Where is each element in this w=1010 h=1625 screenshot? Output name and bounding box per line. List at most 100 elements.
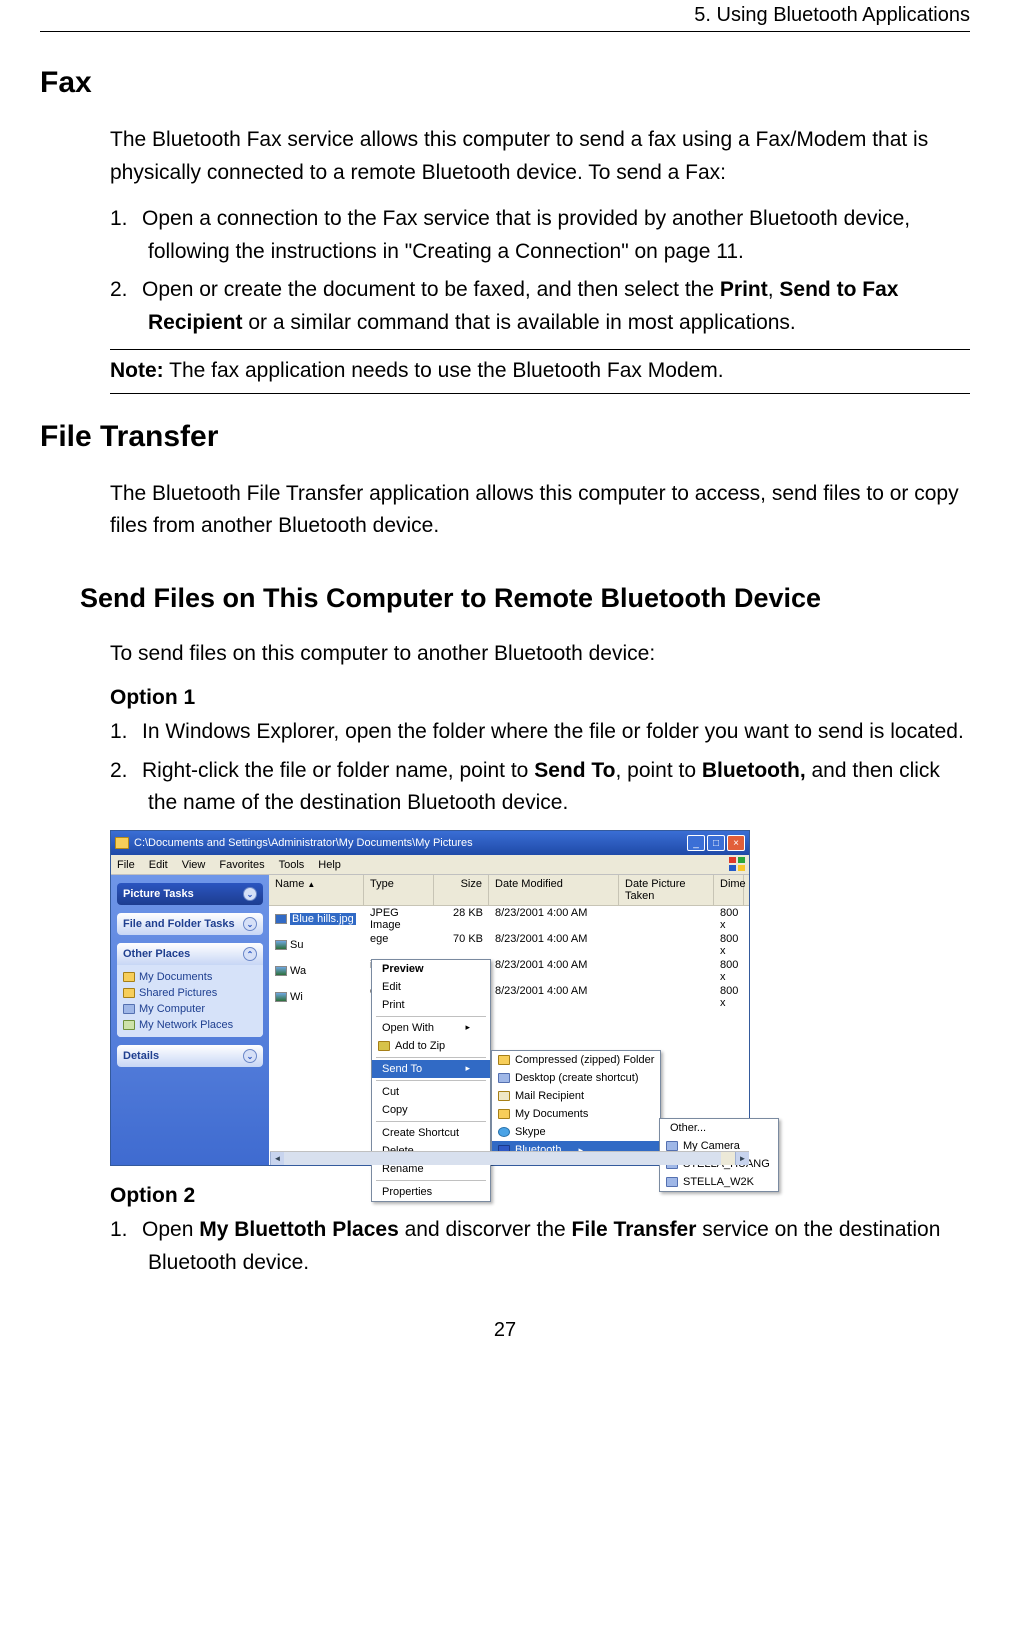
ft-intro: The Bluetooth File Transfer application … <box>110 478 970 543</box>
page-number: 27 <box>40 1319 970 1342</box>
link-my-documents[interactable]: My Documents <box>123 969 257 985</box>
menu-edit[interactable]: Edit <box>149 859 168 871</box>
close-button[interactable]: × <box>727 835 745 851</box>
fax-step-1: 1.Open a connection to the Fax service t… <box>110 203 970 268</box>
menu-create-shortcut[interactable]: Create Shortcut <box>372 1124 490 1142</box>
device-icon <box>666 1141 678 1151</box>
link-my-network-places[interactable]: My Network Places <box>123 1017 257 1033</box>
step-number: 1. <box>110 1214 142 1247</box>
step-text: Open a connection to the Fax service tha… <box>142 207 910 263</box>
context-menu-file: Preview Edit Print Open With Add to Zip … <box>371 959 491 1202</box>
menu-properties[interactable]: Properties <box>372 1183 490 1201</box>
col-name[interactable]: Name ▲ <box>269 875 364 905</box>
step-number: 2. <box>110 755 142 788</box>
col-date-picture-taken[interactable]: Date Picture Taken <box>619 875 714 905</box>
step-number: 2. <box>110 274 142 307</box>
step-text: In Windows Explorer, open the folder whe… <box>142 720 964 743</box>
image-icon <box>275 914 287 924</box>
file-row[interactable]: Blue hills.jpg JPEG Image 28 KB 8/23/200… <box>269 906 749 932</box>
menu-help[interactable]: Help <box>318 859 341 871</box>
desktop-icon <box>498 1073 510 1083</box>
columns-header[interactable]: Name ▲ Type Size Date Modified Date Pict… <box>269 875 749 906</box>
option1-heading: Option 1 <box>110 686 970 710</box>
mail-icon <box>498 1091 510 1101</box>
panel-title: File and Folder Tasks <box>123 918 235 930</box>
file-row[interactable]: Su ege 70 KB 8/23/2001 4:00 AM 800 x <box>269 932 749 958</box>
menu-edit[interactable]: Edit <box>372 978 490 996</box>
menu-view[interactable]: View <box>182 859 206 871</box>
horizontal-scrollbar[interactable]: ◄ ► <box>270 1151 749 1165</box>
sendto-skype[interactable]: Skype <box>492 1123 660 1141</box>
menu-add-to-zip[interactable]: Add to Zip <box>372 1037 490 1055</box>
context-menu-send-to: Compressed (zipped) Folder Desktop (crea… <box>491 1050 661 1160</box>
link-shared-pictures[interactable]: Shared Pictures <box>123 985 257 1001</box>
task-pane: Picture Tasks⌄ File and Folder Tasks ⌄ Ot… <box>111 875 269 1165</box>
folder-icon <box>123 988 135 998</box>
image-icon <box>275 940 287 950</box>
option2-heading: Option 2 <box>110 1184 970 1208</box>
chevron-icon[interactable]: ⌄ <box>243 1049 257 1063</box>
fax-note: Note: The fax application needs to use t… <box>110 349 970 393</box>
col-dimensions[interactable]: Dime <box>714 875 744 905</box>
scroll-left-icon[interactable]: ◄ <box>270 1152 284 1165</box>
opt1-step-1: 1.In Windows Explorer, open the folder w… <box>110 716 970 749</box>
menu-preview[interactable]: Preview <box>372 960 490 978</box>
explorer-screenshot: C:\Documents and Settings\Administrator\… <box>110 830 750 1166</box>
computer-icon <box>123 1004 135 1014</box>
col-type[interactable]: Type <box>364 875 434 905</box>
opt1-step-2: 2.Right-click the file or folder name, p… <box>110 755 970 820</box>
skype-icon <box>498 1127 510 1137</box>
step-text: Open My Bluettoth Places and discorver t… <box>142 1218 940 1274</box>
step-number: 1. <box>110 716 142 749</box>
sendto-compressed[interactable]: Compressed (zipped) Folder <box>492 1051 660 1069</box>
sendto-my-documents[interactable]: My Documents <box>492 1105 660 1123</box>
window-titlebar[interactable]: C:\Documents and Settings\Administrator\… <box>111 831 749 855</box>
menu-print[interactable]: Print <box>372 996 490 1014</box>
menu-send-to[interactable]: Send To <box>372 1060 490 1078</box>
menu-favorites[interactable]: Favorites <box>219 859 264 871</box>
bt-stella-w2k[interactable]: STELLA_W2K <box>660 1173 778 1191</box>
menu-file[interactable]: File <box>117 859 135 871</box>
image-icon <box>275 966 287 976</box>
folder-icon <box>123 972 135 982</box>
chapter-header: 5. Using Bluetooth Applications <box>40 0 970 32</box>
menu-tools[interactable]: Tools <box>279 859 305 871</box>
link-my-computer[interactable]: My Computer <box>123 1001 257 1017</box>
chevron-icon[interactable]: ⌃ <box>243 947 257 961</box>
bt-other[interactable]: Other... <box>660 1119 778 1137</box>
sendto-desktop[interactable]: Desktop (create shortcut) <box>492 1069 660 1087</box>
menu-open-with[interactable]: Open With <box>372 1019 490 1037</box>
file-row[interactable]: Wi ege 104 KB 8/23/2001 4:00 AM 800 x <box>269 984 749 1010</box>
step-text: Right-click the file or folder name, poi… <box>142 759 940 815</box>
heading-file-transfer: File Transfer <box>40 420 970 454</box>
maximize-button[interactable]: □ <box>707 835 725 851</box>
col-size[interactable]: Size <box>434 875 489 905</box>
step-number: 1. <box>110 203 142 236</box>
panel-title: Details <box>123 1050 159 1062</box>
col-date[interactable]: Date Modified <box>489 875 619 905</box>
chevron-icon[interactable]: ⌄ <box>243 917 257 931</box>
zip-icon <box>378 1041 390 1051</box>
picture-tasks-panel[interactable]: Picture Tasks⌄ <box>117 883 263 905</box>
file-row[interactable]: Wa ige 82 KB 8/23/2001 4:00 AM 800 x <box>269 958 749 984</box>
fax-intro: The Bluetooth Fax service allows this co… <box>110 124 970 189</box>
panel-title: Other Places <box>123 948 190 960</box>
scroll-right-icon[interactable]: ► <box>735 1152 749 1165</box>
menu-bar: File Edit View Favorites Tools Help <box>111 855 749 875</box>
option2-steps: 1.Open My Bluettoth Places and discorver… <box>110 1214 970 1279</box>
chevron-icon[interactable]: ⌄ <box>243 887 257 901</box>
folder-icon <box>498 1055 510 1065</box>
folder-icon <box>115 837 129 849</box>
option1-steps: 1.In Windows Explorer, open the folder w… <box>110 716 970 820</box>
note-text: The fax application needs to use the Blu… <box>164 359 724 382</box>
details-panel[interactable]: Details ⌄ <box>117 1045 263 1067</box>
sendto-mail[interactable]: Mail Recipient <box>492 1087 660 1105</box>
menu-cut[interactable]: Cut <box>372 1083 490 1101</box>
other-places-panel: Other Places ⌃ My Documents Shared Pictur… <box>117 943 263 1037</box>
subheading-send-files: Send Files on This Computer to Remote Bl… <box>80 583 970 614</box>
file-folder-tasks-panel[interactable]: File and Folder Tasks ⌄ <box>117 913 263 935</box>
windows-flag-icon <box>729 857 745 871</box>
menu-copy[interactable]: Copy <box>372 1101 490 1119</box>
send-lead: To send files on this computer to anothe… <box>110 638 970 671</box>
minimize-button[interactable]: _ <box>687 835 705 851</box>
